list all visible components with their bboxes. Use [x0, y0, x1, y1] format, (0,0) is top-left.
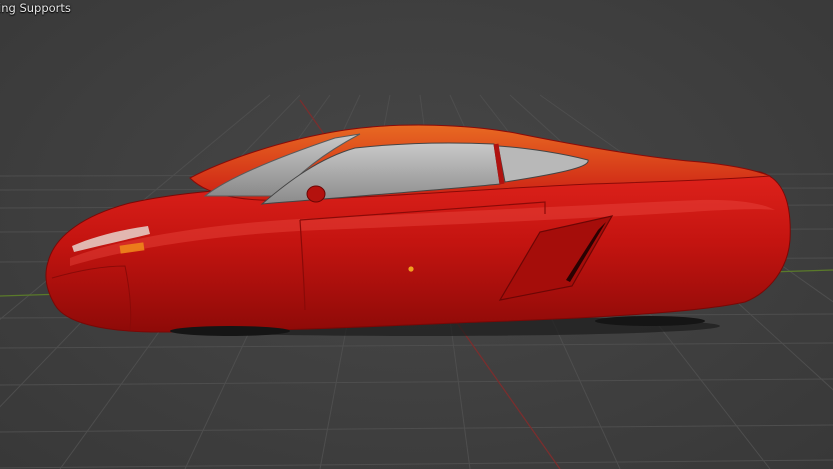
viewport-overlay-text: ing Supports	[0, 1, 71, 15]
side-mirror	[306, 185, 326, 203]
object-origin-point[interactable]	[408, 266, 414, 272]
rear-wheel	[595, 316, 705, 326]
3d-viewport[interactable]: ing Supports	[0, 0, 833, 469]
car-model[interactable]	[45, 124, 791, 336]
front-wheel	[170, 326, 290, 336]
viewport-canvas[interactable]	[0, 0, 833, 469]
